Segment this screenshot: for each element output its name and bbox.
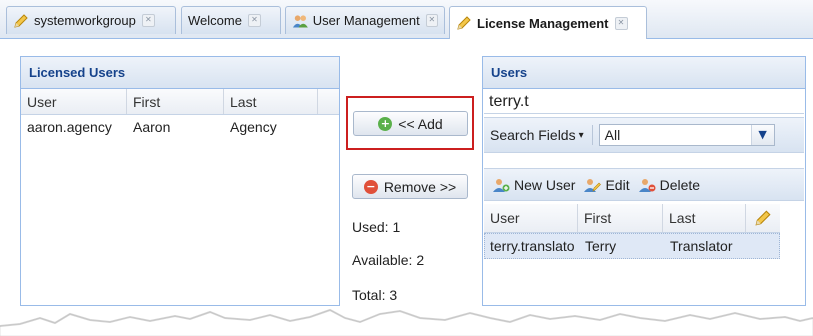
column-header-last[interactable]: Last — [224, 89, 318, 114]
column-header-user[interactable]: User — [21, 89, 127, 114]
column-header-spacer — [318, 89, 339, 114]
tab-strip: systemworkgroup ✕ Welcome ✕ User Managem… — [0, 0, 813, 39]
tab-user-management[interactable]: User Management ✕ — [285, 6, 445, 34]
delete-label: Delete — [659, 176, 701, 193]
chevron-down-icon[interactable]: ▼ — [750, 125, 774, 145]
edit-button[interactable]: Edit — [583, 176, 630, 193]
close-icon[interactable]: ✕ — [614, 16, 628, 30]
minus-icon: − — [363, 179, 378, 194]
new-user-button[interactable]: New User — [492, 177, 575, 193]
column-header-last[interactable]: Last — [663, 204, 746, 232]
used-count: Used: 1 — [352, 219, 401, 235]
torn-edge-decoration — [0, 308, 813, 336]
table-row[interactable]: aaron.agency Aaron Agency — [21, 115, 339, 139]
user-search-input[interactable]: terry.t — [484, 90, 804, 114]
tab-label: systemworkgroup — [34, 13, 136, 28]
column-header-user[interactable]: User — [484, 204, 578, 232]
remove-button-label: Remove >> — [383, 178, 457, 195]
cell-user: terry.translato — [490, 238, 575, 254]
tab-welcome[interactable]: Welcome ✕ — [181, 6, 281, 34]
delete-user-icon — [638, 178, 656, 192]
search-fields-select[interactable]: All ▼ — [598, 124, 775, 146]
delete-button[interactable]: Delete — [638, 177, 700, 193]
users-title: Users — [483, 57, 805, 89]
tab-license-management[interactable]: License Management ✕ — [449, 6, 647, 39]
licensed-users-grid-header: User First Last — [21, 89, 339, 115]
cell-first: Aaron — [133, 119, 171, 135]
close-icon[interactable]: ✕ — [247, 14, 261, 27]
tab-label: Welcome — [188, 13, 242, 28]
pencil-icon — [755, 210, 771, 226]
users-toolbar: New User Edit Delete — [484, 168, 804, 201]
search-fields-label: Search Fields — [490, 127, 576, 143]
edit-user-icon — [584, 178, 602, 192]
license-column-header[interactable] — [746, 204, 780, 232]
available-count: Available: 2 — [352, 252, 425, 268]
table-row[interactable]: terry.translato Terry Translator — [484, 233, 780, 259]
highlight-box — [346, 96, 474, 150]
search-fields-value: All — [604, 127, 621, 143]
column-header-first[interactable]: First — [127, 89, 224, 114]
users-icon — [292, 14, 308, 28]
tab-label: License Management — [477, 15, 609, 31]
edit-label: Edit — [605, 176, 630, 193]
separator — [591, 125, 593, 145]
licensed-users-panel: Licensed Users User First Last aaron.age… — [20, 56, 340, 306]
tab-label: User Management — [312, 13, 420, 28]
cell-user: aaron.agency — [27, 119, 112, 135]
close-icon[interactable]: ✕ — [425, 14, 438, 27]
cell-last: Translator — [670, 238, 733, 254]
tab-systemworkgroup[interactable]: systemworkgroup ✕ — [6, 6, 176, 34]
pencil-icon — [14, 13, 28, 28]
close-icon[interactable]: ✕ — [141, 14, 155, 27]
pencil-icon — [457, 16, 471, 30]
cell-last: Agency — [230, 119, 277, 135]
cell-first: Terry — [585, 238, 617, 254]
column-header-first[interactable]: First — [578, 204, 663, 232]
users-grid-header: User First Last — [484, 204, 780, 233]
new-user-icon — [493, 178, 510, 192]
licensed-users-title: Licensed Users — [21, 57, 339, 89]
search-fields-button[interactable]: Search Fields ▾ — [490, 127, 584, 143]
search-fields-bar: Search Fields ▾ All ▼ — [484, 117, 804, 153]
new-user-label: New User — [514, 176, 576, 193]
remove-button[interactable]: − Remove >> — [352, 174, 468, 199]
dropdown-arrow-icon: ▾ — [578, 129, 584, 141]
